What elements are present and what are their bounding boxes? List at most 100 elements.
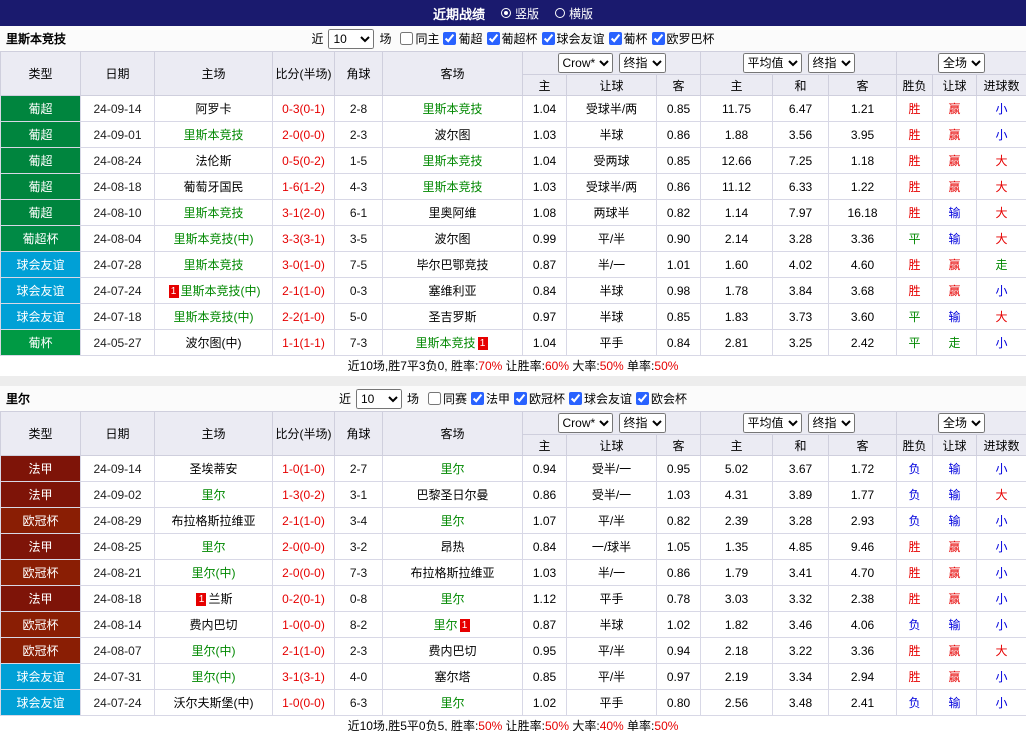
filter-checkbox-1[interactable]: 法甲 xyxy=(471,390,510,407)
avg-source-select[interactable]: 平均值 xyxy=(743,53,802,73)
team-link[interactable]: 里斯本竞技(中) xyxy=(174,232,254,246)
team-link[interactable]: 布拉格斯拉维亚 xyxy=(410,566,494,580)
score: 2-2(1-0) xyxy=(273,304,335,330)
odds-final-select[interactable]: 终指 xyxy=(619,53,666,73)
team-link[interactable]: 阿罗卡 xyxy=(195,102,231,116)
summary-stat-label: 单率: xyxy=(624,719,655,731)
match-date: 24-08-14 xyxy=(81,612,155,638)
avg-final-select[interactable]: 终指 xyxy=(808,53,855,73)
filter-checkbox-3[interactable]: 球会友谊 xyxy=(542,30,605,47)
team-link[interactable]: 沃尔夫斯堡(中) xyxy=(174,696,254,710)
checkbox-input[interactable] xyxy=(636,392,649,405)
filter-checkbox-0[interactable]: 同主 xyxy=(400,30,439,47)
team-link[interactable]: 费内巴切 xyxy=(428,644,476,658)
result-goals: 大 xyxy=(977,482,1026,508)
col-result-handicap: 让球 xyxy=(933,435,977,456)
match-date: 24-08-24 xyxy=(81,148,155,174)
filter-checkbox-2[interactable]: 欧冠杯 xyxy=(514,390,565,407)
checkbox-input[interactable] xyxy=(400,32,413,45)
team-link[interactable]: 里尔 xyxy=(440,462,464,476)
corner-score: 0-8 xyxy=(335,586,383,612)
home-team: 圣埃蒂安 xyxy=(155,456,273,482)
radio-unselected-icon xyxy=(555,8,565,18)
checkbox-input[interactable] xyxy=(443,32,456,45)
team-link[interactable]: 昂热 xyxy=(440,540,464,554)
team-link[interactable]: 里奥阿维 xyxy=(428,206,476,220)
team-link[interactable]: 里斯本竞技 xyxy=(422,154,482,168)
team-link[interactable]: 里尔(中) xyxy=(192,644,236,658)
team-link[interactable]: 里尔 xyxy=(201,488,225,502)
team-link[interactable]: 里尔(中) xyxy=(192,566,236,580)
checkbox-input[interactable] xyxy=(471,392,484,405)
checkbox-label: 球会友谊 xyxy=(557,30,605,47)
filter-checkbox-4[interactable]: 葡杯 xyxy=(609,30,648,47)
team-link[interactable]: 巴黎圣日尔曼 xyxy=(416,488,488,502)
result-goals: 小 xyxy=(977,96,1026,122)
team-link[interactable]: 兰斯 xyxy=(208,592,232,606)
team-link[interactable]: 里尔 xyxy=(201,540,225,554)
team-link[interactable]: 法伦斯 xyxy=(195,154,231,168)
team-link[interactable]: 波尔图 xyxy=(434,128,470,142)
result-handicap: 赢 xyxy=(933,638,977,664)
checkbox-input[interactable] xyxy=(652,32,665,45)
filter-checkbox-1[interactable]: 葡超 xyxy=(443,30,482,47)
team-link[interactable]: 里尔 xyxy=(440,696,464,710)
recent-count-select[interactable]: 10 xyxy=(328,29,374,49)
team-link[interactable]: 毕尔巴鄂竞技 xyxy=(416,258,488,272)
checkbox-input[interactable] xyxy=(428,392,441,405)
team-link[interactable]: 里斯本竞技(中) xyxy=(181,284,261,298)
team-link[interactable]: 圣吉罗斯 xyxy=(428,310,476,324)
team-link[interactable]: 里斯本竞技 xyxy=(183,258,243,272)
team-link[interactable]: 布拉格斯拉维亚 xyxy=(171,514,255,528)
match-row: 欧冠杯 24-08-07 里尔(中) 2-1(1-0) 2-3 费内巴切 0.9… xyxy=(1,638,1026,664)
avg-draw-value: 3.34 xyxy=(773,664,829,690)
recent-count-select[interactable]: 10 xyxy=(356,389,402,409)
team-link[interactable]: 波尔图 xyxy=(434,232,470,246)
home-team: 1里斯本竞技(中) xyxy=(155,278,273,304)
team-link[interactable]: 里尔(中) xyxy=(192,670,236,684)
away-team: 里尔 xyxy=(383,690,523,716)
odds-away-value: 0.80 xyxy=(657,690,701,716)
layout-radio-horizontal[interactable]: 横版 xyxy=(555,5,593,22)
odds-final-select[interactable]: 终指 xyxy=(619,413,666,433)
corner-score: 0-3 xyxy=(335,278,383,304)
team-link[interactable]: 费内巴切 xyxy=(189,618,237,632)
team-link[interactable]: 葡萄牙国民 xyxy=(183,180,243,194)
avg-final-select[interactable]: 终指 xyxy=(808,413,855,433)
scope-select[interactable]: 全场 xyxy=(938,53,985,73)
filter-checkbox-4[interactable]: 欧会杯 xyxy=(636,390,687,407)
scope-select[interactable]: 全场 xyxy=(938,413,985,433)
team-link[interactable]: 里斯本竞技 xyxy=(183,128,243,142)
filter-checkbox-2[interactable]: 葡超杯 xyxy=(487,30,538,47)
odds-handicap-value: 两球半 xyxy=(567,200,657,226)
filter-checkbox-0[interactable]: 同赛 xyxy=(428,390,467,407)
odds-source-select[interactable]: Crow* xyxy=(558,53,613,73)
team-link[interactable]: 里斯本竞技 xyxy=(422,102,482,116)
team-link[interactable]: 里尔 xyxy=(440,592,464,606)
team-link[interactable]: 里斯本竞技 xyxy=(183,206,243,220)
avg-away-value: 2.42 xyxy=(829,330,897,356)
team-link[interactable]: 塞尔塔 xyxy=(434,670,470,684)
team-link[interactable]: 里尔 xyxy=(440,514,464,528)
layout-radio-vertical[interactable]: 竖版 xyxy=(501,5,539,22)
team-link[interactable]: 里斯本竞技(中) xyxy=(174,310,254,324)
team-link[interactable]: 圣埃蒂安 xyxy=(189,462,237,476)
team-link[interactable]: 里尔 xyxy=(433,618,457,632)
col-away: 客场 xyxy=(383,52,523,96)
team-link[interactable]: 里斯本竞技 xyxy=(415,336,475,350)
team-link[interactable]: 塞维利亚 xyxy=(428,284,476,298)
checkbox-input[interactable] xyxy=(609,32,622,45)
checkbox-input[interactable] xyxy=(487,32,500,45)
filter-checkbox-5[interactable]: 欧罗巴杯 xyxy=(652,30,715,47)
col-odds-handicap: 让球 xyxy=(567,435,657,456)
team-link[interactable]: 波尔图(中) xyxy=(186,336,242,350)
score: 0-5(0-2) xyxy=(273,148,335,174)
checkbox-input[interactable] xyxy=(514,392,527,405)
team-link[interactable]: 里斯本竞技 xyxy=(422,180,482,194)
filter-checkbox-3[interactable]: 球会友谊 xyxy=(569,390,632,407)
checkbox-input[interactable] xyxy=(569,392,582,405)
odds-away-value: 0.85 xyxy=(657,304,701,330)
avg-source-select[interactable]: 平均值 xyxy=(743,413,802,433)
checkbox-input[interactable] xyxy=(542,32,555,45)
odds-source-select[interactable]: Crow* xyxy=(558,413,613,433)
